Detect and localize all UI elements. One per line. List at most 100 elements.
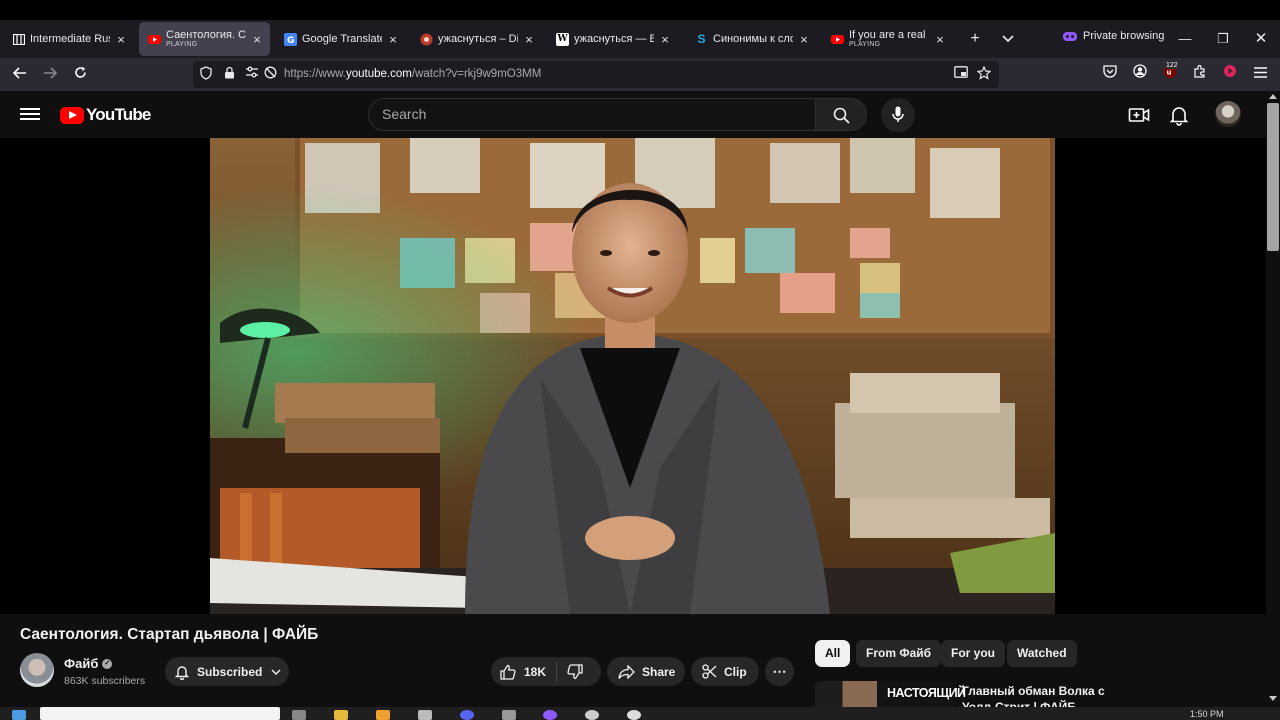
firefox-private-icon[interactable] [543, 710, 557, 720]
discord-icon[interactable] [460, 710, 474, 720]
chip-watched[interactable]: Watched [1007, 640, 1077, 667]
tab-dictionary[interactable]: ужаснуться – Dictio × [411, 22, 542, 56]
scroll-down-arrow-icon[interactable] [1269, 696, 1277, 701]
forward-button[interactable] [39, 64, 61, 86]
thumbs-up-icon [500, 664, 516, 680]
youtube-logo[interactable]: YouTube [60, 105, 151, 125]
autoplay-blocked-icon[interactable] [262, 66, 278, 82]
os-taskbar: 1:50 PM [0, 707, 1280, 720]
tab-close-button[interactable]: × [386, 32, 400, 47]
video-downloader-icon[interactable] [1220, 64, 1240, 84]
chevron-down-icon [1002, 35, 1014, 43]
voice-search-button[interactable] [881, 98, 915, 132]
private-mask-icon [1063, 31, 1077, 41]
tab-close-button[interactable]: × [797, 32, 811, 47]
start-button-icon[interactable] [12, 710, 26, 720]
tab-close-button[interactable]: × [658, 32, 672, 47]
tab-close-button[interactable]: × [114, 32, 128, 47]
taskbar-search-box[interactable] [40, 707, 280, 720]
tab-playing-label: PLAYING [166, 41, 198, 49]
tab-intermediate-russian[interactable]: Intermediate Russia × [3, 22, 134, 56]
video-player[interactable] [0, 138, 1266, 614]
youtube-play-icon [60, 106, 84, 124]
tab-close-button[interactable]: × [522, 32, 536, 47]
new-tab-button[interactable]: + [965, 29, 985, 49]
reload-button[interactable] [69, 64, 91, 86]
address-bar[interactable]: https://www.youtube.com/watch?v=rkj9w9mO… [193, 61, 999, 88]
video-scene-image [210, 138, 1055, 614]
url-path: /watch?v=rkj9w9mO3MM [411, 68, 542, 80]
tab-label: Intermediate Russia [30, 32, 110, 45]
search-input[interactable]: Search [368, 98, 815, 131]
scroll-up-arrow-icon[interactable] [1269, 94, 1277, 99]
tab-scientology-video[interactable]: Саентология. Старт PLAYING × [139, 22, 270, 56]
restore-button[interactable]: ❐ [1213, 29, 1233, 49]
channel-name: Файб [64, 656, 99, 671]
url-prefix: https://www. [284, 68, 346, 80]
book-icon [12, 33, 25, 46]
dislike-button[interactable] [567, 663, 583, 680]
pocket-icon[interactable] [1100, 64, 1120, 84]
account-avatar[interactable] [1215, 101, 1241, 127]
tab-label: ужаснуться – Dictio [438, 32, 518, 45]
obs-icon[interactable] [627, 710, 641, 720]
search-button[interactable] [815, 98, 867, 131]
shield-icon[interactable] [198, 66, 214, 82]
guide-menu-button[interactable] [20, 105, 40, 123]
share-button[interactable]: Share [607, 657, 685, 686]
task-view-icon[interactable] [292, 710, 306, 720]
back-button[interactable] [9, 64, 31, 86]
title-bar [0, 0, 1280, 20]
account-icon[interactable] [1130, 64, 1150, 84]
private-browsing-label: Private browsing [1083, 30, 1165, 42]
tab-close-button[interactable]: × [933, 32, 947, 47]
chip-for-you[interactable]: For you [941, 640, 1005, 667]
like-button[interactable]: 18K [500, 664, 546, 680]
channel-name-link[interactable]: Файб ✓ [64, 656, 113, 671]
channel-avatar[interactable] [20, 653, 54, 687]
tab-label: Google Translate [302, 32, 382, 45]
lock-icon[interactable] [221, 66, 237, 82]
page-scrollbar[interactable] [1266, 91, 1280, 707]
video-frame[interactable] [210, 138, 1055, 614]
extensions-icon[interactable] [1190, 64, 1210, 84]
permissions-icon[interactable] [244, 66, 260, 82]
tab-wikipedia[interactable]: W ужаснуться — Вики × [547, 22, 678, 56]
mail-icon[interactable] [418, 710, 432, 720]
like-count: 18K [524, 664, 547, 679]
wikipedia-icon: W [556, 32, 569, 46]
tab-synonyms[interactable]: S Синонимы к слову × [686, 22, 817, 56]
bookmark-star-icon[interactable] [976, 65, 992, 82]
like-dislike-group: 18K [491, 657, 601, 686]
close-window-button[interactable]: ✕ [1251, 29, 1271, 49]
tab-close-button[interactable]: × [250, 32, 264, 47]
menu-icon[interactable] [1250, 64, 1270, 84]
more-actions-button[interactable]: ⋯ [765, 657, 794, 686]
svg-text:u: u [1167, 69, 1172, 77]
thumbs-down-icon [567, 663, 583, 679]
chip-all[interactable]: All [815, 640, 851, 667]
chip-from-channel[interactable]: From Файб [856, 640, 942, 667]
search-icon [833, 107, 850, 124]
picture-in-picture-icon[interactable] [953, 66, 969, 82]
create-video-button[interactable] [1127, 103, 1151, 127]
folder-icon[interactable] [376, 710, 390, 720]
app-icon[interactable] [502, 710, 516, 720]
steam-icon[interactable] [585, 710, 599, 720]
url-text[interactable]: https://www.youtube.com/watch?v=rkj9w9mO… [284, 68, 541, 80]
tab-google-translate[interactable]: G Google Translate × [275, 22, 406, 56]
tab-label: If you are a real doc [849, 29, 929, 42]
minimize-button[interactable]: — [1175, 29, 1195, 49]
file-explorer-icon[interactable] [334, 710, 348, 720]
subscribed-button[interactable]: Subscribed [165, 657, 289, 686]
chevron-down-icon [271, 669, 281, 675]
tab-label: Саентология. Старт [166, 29, 246, 42]
notifications-button[interactable] [1167, 103, 1191, 127]
list-all-tabs-button[interactable] [998, 29, 1018, 49]
tab-real-doctor-video[interactable]: If you are a real doc PLAYING × [822, 22, 953, 56]
tab-playing-label: PLAYING [849, 41, 881, 49]
youtube-icon [148, 33, 161, 46]
clip-button[interactable]: Clip [691, 657, 759, 686]
taskbar-clock: 1:50 PM [1190, 709, 1224, 719]
scroll-thumb[interactable] [1267, 103, 1279, 251]
